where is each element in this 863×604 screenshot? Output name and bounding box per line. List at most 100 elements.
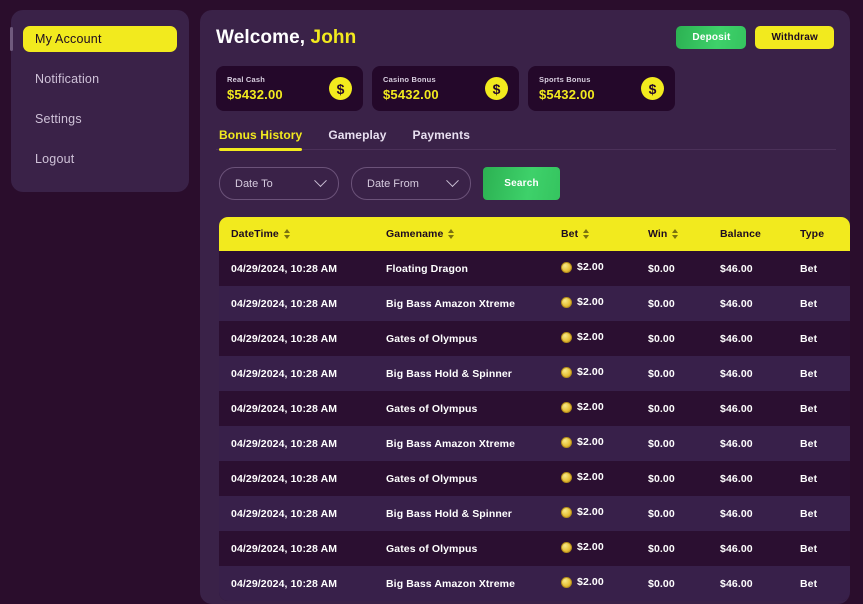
dollar-coin-icon: $: [485, 77, 508, 100]
column-header-gamename[interactable]: Gamename: [374, 217, 549, 251]
cell-gamename: Gates of Olympus: [386, 402, 478, 415]
cell-win: $0.00: [648, 472, 675, 485]
cell-balance: $46.00: [720, 577, 753, 590]
cell-datetime: 04/29/2024, 10:28 AM: [231, 577, 338, 590]
balance-card-label: Casino Bonus: [383, 75, 436, 84]
cell-type: Bet: [800, 437, 818, 450]
bet-value-group: $2.00: [561, 471, 604, 483]
sidebar-item-settings[interactable]: Settings: [23, 106, 177, 132]
deposit-button[interactable]: Deposit: [676, 26, 747, 49]
table-row[interactable]: 04/29/2024, 10:28 AM Gates of Olympus $2.0…: [219, 321, 850, 356]
cell-gamename: Big Bass Amazon Xtreme: [386, 297, 516, 310]
table-header-row: DateTime Gamename Bet Win Balance Type: [219, 217, 850, 251]
cell-datetime: 04/29/2024, 10:28 AM: [231, 367, 338, 380]
date-to-select[interactable]: Date To: [219, 167, 339, 200]
bet-amount: $2.00: [577, 401, 604, 414]
cell-win: $0.00: [648, 262, 675, 275]
bet-amount: $2.00: [577, 261, 604, 274]
table-row[interactable]: 04/29/2024, 10:28 AM Big Bass Hold & Spin…: [219, 356, 850, 391]
withdraw-button[interactable]: Withdraw: [755, 26, 834, 49]
cell-win: $0.00: [648, 437, 675, 450]
cell-datetime: 04/29/2024, 10:28 AM: [231, 472, 338, 485]
table-row[interactable]: 04/29/2024, 10:28 AM Gates of Olympus $2.0…: [219, 531, 850, 566]
table-row[interactable]: 04/29/2024, 10:28 AM Gates of Olympus $2.0…: [219, 461, 850, 496]
column-header-label: Type: [800, 228, 825, 240]
coin-icon: [561, 366, 572, 378]
dollar-coin-icon: $: [641, 77, 664, 100]
column-header-type: Type: [788, 217, 850, 251]
cell-win: $0.00: [648, 297, 675, 310]
balance-card: Sports Bonus $5432.00 $: [528, 66, 675, 111]
bet-value-group: $2.00: [561, 366, 604, 378]
tab-payments[interactable]: Payments: [412, 128, 470, 149]
date-to-label: Date To: [235, 177, 273, 190]
balance-card-amount: $5432.00: [383, 87, 439, 102]
sort-arrows-icon[interactable]: [672, 229, 679, 239]
cell-win: $0.00: [648, 542, 675, 555]
cell-balance: $46.00: [720, 402, 753, 415]
column-header-balance: Balance: [708, 217, 788, 251]
table-row[interactable]: 04/29/2024, 10:28 AM Big Bass Amazon Xtre…: [219, 286, 850, 321]
bet-amount: $2.00: [577, 576, 604, 589]
table-row[interactable]: 04/29/2024, 10:28 AM Gates of Olympus $2.0…: [219, 391, 850, 426]
date-from-label: Date From: [367, 177, 419, 190]
sort-arrows-icon[interactable]: [448, 229, 455, 239]
sidebar-item-label: Logout: [35, 152, 75, 166]
coin-icon: [561, 401, 572, 413]
sidebar-item-logout[interactable]: Logout: [23, 146, 177, 172]
balance-card-amount: $5432.00: [539, 87, 595, 102]
cell-bet: $2.00: [549, 251, 636, 286]
cell-balance: $46.00: [720, 262, 753, 275]
cell-gamename: Gates of Olympus: [386, 542, 478, 555]
dollar-coin-icon: $: [329, 77, 352, 100]
balance-card-amount: $5432.00: [227, 87, 283, 102]
cell-datetime: 04/29/2024, 10:28 AM: [231, 332, 338, 345]
search-button[interactable]: Search: [483, 167, 560, 200]
balance-card-text: Sports Bonus $5432.00: [539, 75, 595, 102]
balance-card-text: Casino Bonus $5432.00: [383, 75, 439, 102]
sidebar-item-label: Notification: [35, 72, 100, 86]
table-row[interactable]: 04/29/2024, 10:28 AM Floating Dragon $2.00…: [219, 251, 850, 286]
cell-gamename: Big Bass Hold & Spinner: [386, 367, 512, 380]
sidebar: My Account Notification Settings Logout: [0, 0, 200, 604]
table-row[interactable]: 04/29/2024, 10:28 AM Big Bass Hold & Spin…: [219, 496, 850, 531]
column-header-inner: DateTime: [231, 228, 290, 240]
balance-cards: Real Cash $5432.00 $ Casino Bonus $5432.00 $ S…: [216, 66, 836, 111]
bonus-history-table-wrapper: DateTime Gamename Bet Win Balance Type 04/29/…: [219, 217, 850, 601]
cell-type: Bet: [800, 332, 818, 345]
tab-gameplay[interactable]: Gameplay: [328, 128, 386, 149]
bonus-history-table: DateTime Gamename Bet Win Balance Type 04/29/…: [219, 217, 850, 601]
cell-gamename: Gates of Olympus: [386, 332, 478, 345]
app-root: My Account Notification Settings Logout Wel…: [0, 0, 863, 604]
cell-type: Bet: [800, 542, 818, 555]
date-from-select[interactable]: Date From: [351, 167, 471, 200]
bet-amount: $2.00: [577, 541, 604, 554]
bet-value-group: $2.00: [561, 541, 604, 553]
balance-card-label: Sports Bonus: [539, 75, 591, 84]
sort-arrows-icon[interactable]: [583, 229, 590, 239]
coin-icon: [561, 576, 572, 588]
coin-icon: [561, 296, 572, 308]
column-header-datetime[interactable]: DateTime: [219, 217, 374, 251]
cell-gamename: Big Bass Hold & Spinner: [386, 507, 512, 520]
table-row[interactable]: 04/29/2024, 10:28 AM Big Bass Amazon Xtre…: [219, 566, 850, 601]
sidebar-item-notification[interactable]: Notification: [23, 66, 177, 92]
sidebar-item-my-account[interactable]: My Account: [10, 26, 177, 52]
cell-balance: $46.00: [720, 542, 753, 555]
cell-type: Bet: [800, 262, 818, 275]
cell-bet: $2.00: [549, 496, 636, 531]
column-header-win[interactable]: Win: [636, 217, 708, 251]
tab-bonus-history[interactable]: Bonus History: [219, 128, 303, 151]
sidebar-nav: My Account Notification Settings Logout: [10, 10, 189, 192]
balance-card-text: Real Cash $5432.00: [227, 75, 283, 102]
column-header-inner: Bet: [561, 228, 590, 240]
bet-amount: $2.00: [577, 331, 604, 344]
column-header-label: Balance: [720, 228, 761, 240]
greeting-text: Welcome,: [216, 26, 306, 48]
column-header-bet[interactable]: Bet: [549, 217, 636, 251]
main-column: Welcome, John Deposit Withdraw Real Cash…: [200, 0, 863, 604]
column-header-label: DateTime: [231, 228, 279, 240]
column-header-label: Win: [648, 228, 668, 240]
sort-arrows-icon[interactable]: [283, 229, 290, 239]
table-row[interactable]: 04/29/2024, 10:28 AM Big Bass Amazon Xtre…: [219, 426, 850, 461]
